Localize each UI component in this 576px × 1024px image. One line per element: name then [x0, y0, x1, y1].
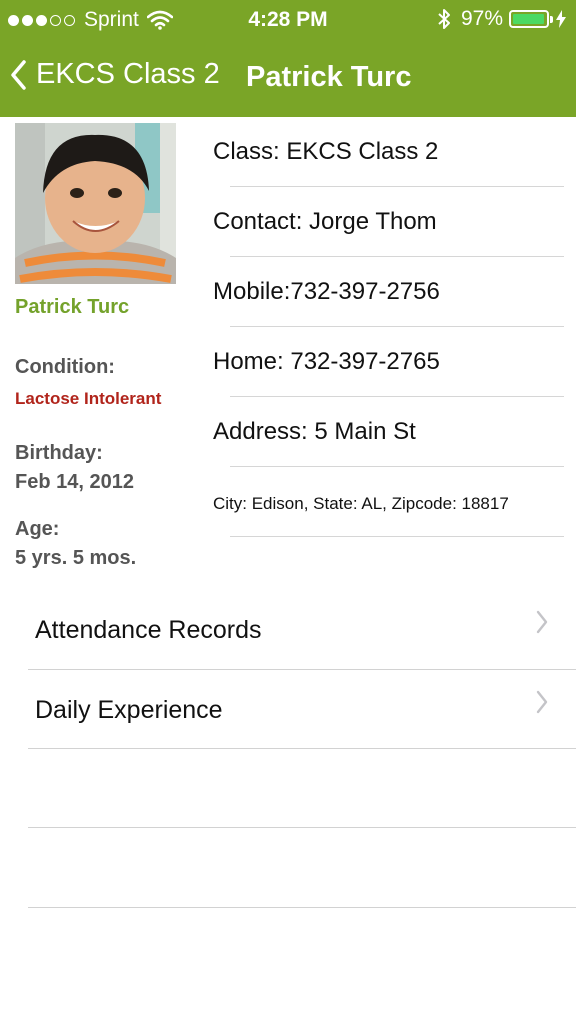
age-label: Age:	[15, 518, 60, 540]
condition-value: Lactose Intolerant	[15, 389, 162, 408]
battery-percent: 97%	[460, 7, 503, 30]
birthday-value: Feb 14, 2012	[15, 471, 134, 493]
mobile-phone[interactable]: Mobile:732-397-2756	[213, 278, 563, 306]
divider	[230, 186, 564, 187]
child-name: Patrick Turc	[15, 296, 130, 318]
bluetooth-icon	[438, 9, 450, 29]
home-phone[interactable]: Home: 732-397-2765	[213, 348, 563, 376]
city-state-zip: City: Edison, State: AL, Zipcode: 18817	[213, 494, 509, 513]
navigation-bar: EKCS Class 2 Patrick Turc	[0, 40, 576, 117]
status-bar: Sprint 4:28 PM 97%	[0, 0, 576, 40]
list-item-label: Daily Experience	[35, 696, 223, 724]
divider	[230, 396, 564, 397]
app-header: Sprint 4:28 PM 97% EKCS Class 2 Patrick …	[0, 0, 576, 117]
address-info: Address: 5 Main St	[213, 418, 416, 445]
battery-level-fill	[513, 14, 544, 24]
divider	[28, 827, 576, 828]
class-info: Class: EKCS Class 2	[213, 138, 439, 165]
divider	[230, 466, 564, 467]
condition-label: Condition:	[15, 356, 115, 378]
list-item-label: Attendance Records	[35, 616, 262, 644]
divider	[230, 256, 564, 257]
child-photo-image	[15, 123, 176, 284]
battery-tip	[550, 15, 553, 23]
back-button-label: EKCS Class 2	[36, 58, 220, 90]
contact-info: Contact: Jorge Thom	[213, 208, 437, 235]
page-title: Patrick Turc	[246, 61, 412, 93]
divider	[230, 326, 564, 327]
divider	[28, 748, 576, 749]
chevron-right-icon	[536, 690, 548, 714]
child-photo	[15, 123, 176, 284]
charging-bolt-icon	[556, 10, 566, 28]
divider	[28, 669, 576, 670]
battery-icon	[509, 10, 549, 28]
age-value: 5 yrs. 5 mos.	[15, 547, 137, 569]
divider	[28, 907, 576, 908]
birthday-label: Birthday:	[15, 442, 103, 464]
chevron-left-icon	[11, 59, 26, 90]
divider	[230, 536, 564, 537]
attendance-records-row[interactable]: Attendance Records	[0, 596, 576, 675]
daily-experience-row[interactable]: Daily Experience	[0, 676, 576, 755]
chevron-right-icon	[536, 610, 548, 634]
status-bar-right: 97%	[437, 7, 566, 31]
back-button[interactable]: EKCS Class 2	[10, 58, 220, 91]
